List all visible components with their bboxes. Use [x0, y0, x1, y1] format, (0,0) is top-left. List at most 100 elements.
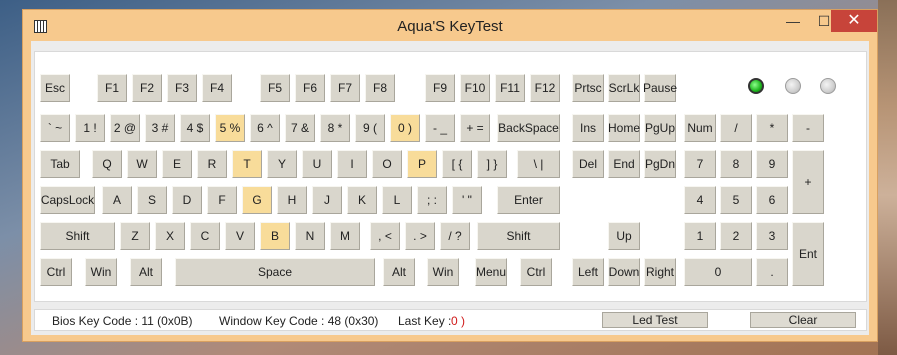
key-f[interactable]: F: [207, 186, 237, 214]
key-j[interactable]: J: [312, 186, 342, 214]
key-space[interactable]: Space: [175, 258, 375, 286]
key-x[interactable]: X: [155, 222, 185, 250]
key-num-mul[interactable]: *: [756, 114, 788, 142]
key-l[interactable]: L: [382, 186, 412, 214]
key-num2[interactable]: 2: [720, 222, 752, 250]
key-a[interactable]: A: [102, 186, 132, 214]
key-f7[interactable]: F7: [330, 74, 360, 102]
key-n5[interactable]: 5 %: [215, 114, 245, 142]
key-f8[interactable]: F8: [365, 74, 395, 102]
key-p[interactable]: P: [407, 150, 437, 178]
key-f3[interactable]: F3: [167, 74, 197, 102]
key-g[interactable]: G: [242, 186, 272, 214]
key-scrlk[interactable]: ScrLk: [608, 74, 640, 102]
minimize-button[interactable]: —: [779, 10, 807, 32]
key-backslash[interactable]: \ |: [517, 150, 560, 178]
key-h[interactable]: H: [277, 186, 307, 214]
key-c[interactable]: C: [190, 222, 220, 250]
key-o[interactable]: O: [372, 150, 402, 178]
key-equals[interactable]: + =: [460, 114, 490, 142]
key-num-div[interactable]: /: [720, 114, 752, 142]
key-slash[interactable]: / ?: [440, 222, 470, 250]
key-t[interactable]: T: [232, 150, 262, 178]
key-rbracket[interactable]: ] }: [477, 150, 507, 178]
key-y[interactable]: Y: [267, 150, 297, 178]
key-n0[interactable]: 0 ): [390, 114, 420, 142]
key-n1[interactable]: 1 !: [75, 114, 105, 142]
key-backtick[interactable]: ` ~: [40, 114, 70, 142]
key-n2[interactable]: 2 @: [110, 114, 140, 142]
key-n8[interactable]: 8 *: [320, 114, 350, 142]
close-button[interactable]: ✕: [831, 10, 877, 32]
clear-button[interactable]: Clear: [750, 312, 856, 328]
key-pause[interactable]: Pause: [643, 74, 677, 102]
key-f4[interactable]: F4: [202, 74, 232, 102]
key-u[interactable]: U: [302, 150, 332, 178]
key-d[interactable]: D: [172, 186, 202, 214]
key-lwin[interactable]: Win: [85, 258, 117, 286]
key-backspace[interactable]: BackSpace: [497, 114, 560, 142]
key-n9[interactable]: 9 (: [355, 114, 385, 142]
key-end[interactable]: End: [608, 150, 640, 178]
key-lalt[interactable]: Alt: [130, 258, 162, 286]
key-n7[interactable]: 7 &: [285, 114, 315, 142]
key-num8[interactable]: 8: [720, 150, 752, 178]
key-esc[interactable]: Esc: [40, 74, 70, 102]
key-f11[interactable]: F11: [495, 74, 525, 102]
key-v[interactable]: V: [225, 222, 255, 250]
key-f1[interactable]: F1: [97, 74, 127, 102]
key-capslock[interactable]: CapsLock: [40, 186, 95, 214]
key-lbracket[interactable]: [ {: [442, 150, 472, 178]
key-num9[interactable]: 9: [756, 150, 788, 178]
key-f6[interactable]: F6: [295, 74, 325, 102]
key-f9[interactable]: F9: [425, 74, 455, 102]
key-f2[interactable]: F2: [132, 74, 162, 102]
key-lctrl[interactable]: Ctrl: [40, 258, 72, 286]
key-b[interactable]: B: [260, 222, 290, 250]
key-minus[interactable]: - _: [425, 114, 455, 142]
key-w[interactable]: W: [127, 150, 157, 178]
key-s[interactable]: S: [137, 186, 167, 214]
key-num1[interactable]: 1: [684, 222, 716, 250]
key-numlock[interactable]: Num: [684, 114, 716, 142]
key-f10[interactable]: F10: [460, 74, 490, 102]
key-n[interactable]: N: [295, 222, 325, 250]
key-k[interactable]: K: [347, 186, 377, 214]
key-num-enter[interactable]: Ent: [792, 222, 824, 286]
key-rctrl[interactable]: Ctrl: [520, 258, 552, 286]
key-i[interactable]: I: [337, 150, 367, 178]
key-lshift[interactable]: Shift: [40, 222, 115, 250]
key-r[interactable]: R: [197, 150, 227, 178]
key-prtsc[interactable]: Prtsc: [572, 74, 604, 102]
key-num-dot[interactable]: .: [756, 258, 788, 286]
key-down[interactable]: Down: [608, 258, 640, 286]
key-num-sub[interactable]: -: [792, 114, 824, 142]
key-num0[interactable]: 0: [684, 258, 752, 286]
key-ralt[interactable]: Alt: [383, 258, 415, 286]
key-home[interactable]: Home: [608, 114, 640, 142]
key-z[interactable]: Z: [120, 222, 150, 250]
key-left[interactable]: Left: [572, 258, 604, 286]
key-f5[interactable]: F5: [260, 74, 290, 102]
key-e[interactable]: E: [162, 150, 192, 178]
key-n4[interactable]: 4 $: [180, 114, 210, 142]
key-tab[interactable]: Tab: [40, 150, 80, 178]
key-up[interactable]: Up: [608, 222, 640, 250]
key-pgdn[interactable]: PgDn: [644, 150, 676, 178]
key-rshift[interactable]: Shift: [477, 222, 560, 250]
key-num5[interactable]: 5: [720, 186, 752, 214]
key-comma[interactable]: , <: [370, 222, 400, 250]
key-num3[interactable]: 3: [756, 222, 788, 250]
key-menu[interactable]: Menu: [475, 258, 507, 286]
key-ins[interactable]: Ins: [572, 114, 604, 142]
key-enter[interactable]: Enter: [497, 186, 560, 214]
key-f12[interactable]: F12: [530, 74, 560, 102]
key-pgup[interactable]: PgUp: [644, 114, 676, 142]
key-n6[interactable]: 6 ^: [250, 114, 280, 142]
key-quote[interactable]: ' ": [452, 186, 482, 214]
key-m[interactable]: M: [330, 222, 360, 250]
key-rwin[interactable]: Win: [427, 258, 459, 286]
led-test-button[interactable]: Led Test: [602, 312, 708, 328]
key-num-add[interactable]: +: [792, 150, 824, 214]
key-period[interactable]: . >: [405, 222, 435, 250]
